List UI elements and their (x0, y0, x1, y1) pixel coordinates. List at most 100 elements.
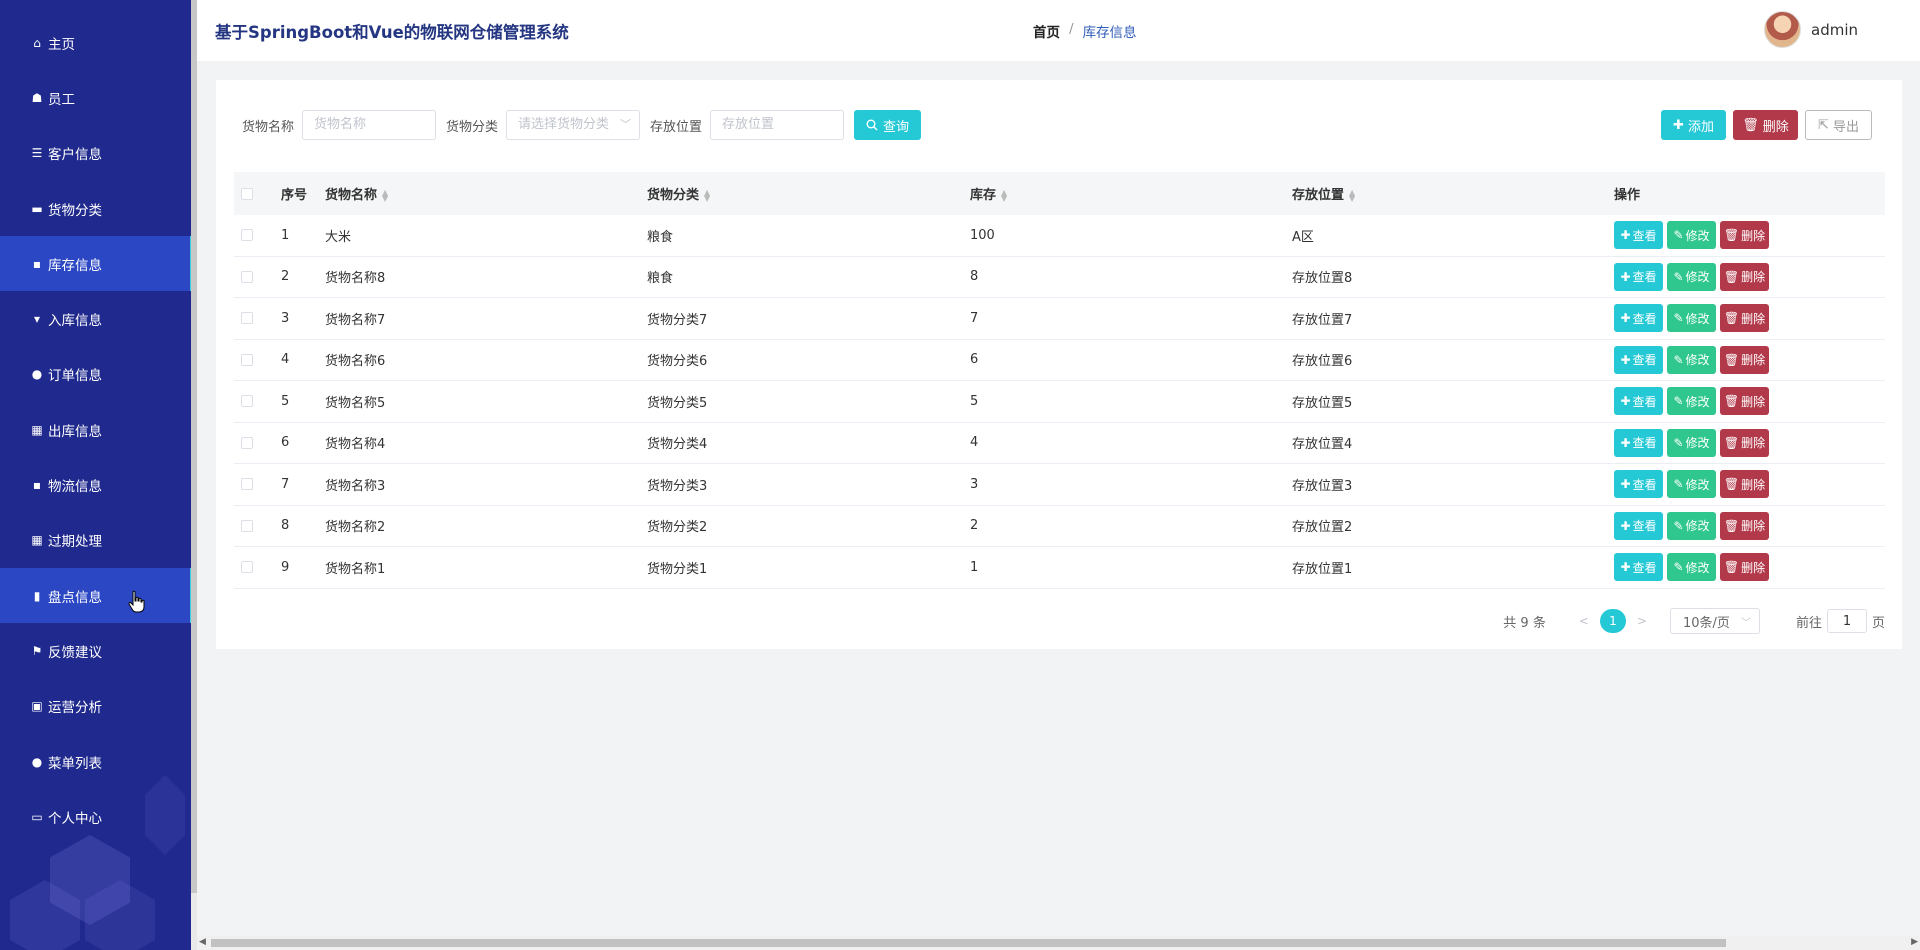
select-all-checkbox[interactable] (241, 187, 253, 200)
cell-name: 货物名称2 (325, 520, 386, 536)
row-checkbox-cell (234, 561, 281, 574)
delete-button[interactable]: 🗑 删除 (1720, 553, 1769, 582)
cell-ops: ✚ 查看 ✎ 修改 🗑 删除 (1614, 221, 1885, 250)
sidebar-item[interactable]: ⚑ 反馈建议 (0, 623, 197, 678)
edit-button[interactable]: ✎ 修改 (1667, 387, 1716, 416)
view-button[interactable]: ✚ 查看 (1614, 470, 1663, 499)
delete-button[interactable]: 🗑 删除 (1720, 511, 1769, 540)
header-location[interactable]: 存放位置 ▲ ▼ (1292, 184, 1614, 203)
delete-button[interactable]: 🗑 删除 (1720, 428, 1769, 457)
row-checkbox[interactable] (241, 270, 253, 283)
goto-page-input[interactable]: 1 (1826, 609, 1867, 633)
horizontal-scrollbar[interactable]: ◀ ▶ (197, 936, 1920, 950)
view-button[interactable]: ✚ 查看 (1614, 304, 1663, 333)
category-filter-select[interactable]: 请选择货物分类 ﹀ (506, 110, 641, 140)
cell-name: 货物名称8 (325, 271, 386, 287)
cell-location: 存放位置4 (1292, 437, 1353, 453)
trash-icon: 🗑 (1723, 269, 1740, 284)
edit-icon: ✎ (1673, 269, 1684, 284)
add-button[interactable]: ✚ 添加 (1661, 110, 1726, 140)
delete-button[interactable]: 🗑 删除 (1720, 470, 1769, 499)
breadcrumb-home[interactable]: 首页 (1033, 21, 1060, 41)
sidebar-item[interactable]: ▮ 盘点信息 (0, 567, 197, 624)
horizontal-scrollbar-thumb[interactable] (211, 939, 1726, 947)
view-button[interactable]: ✚ 查看 (1614, 345, 1663, 374)
sort-icon[interactable]: ▲ ▼ (382, 188, 388, 202)
sidebar-item[interactable]: ▾ 入库信息 (0, 291, 197, 346)
avatar[interactable] (1764, 11, 1801, 48)
breadcrumb: 首页 / 库存信息 (1033, 21, 1137, 41)
sidebar-item[interactable]: ▦ 出库信息 (0, 402, 197, 457)
query-button[interactable]: 查询 (854, 110, 922, 140)
view-button[interactable]: ✚ 查看 (1614, 221, 1663, 250)
home-icon: ⌂ (33, 35, 41, 50)
cell-stock: 4 (970, 435, 979, 451)
row-checkbox[interactable] (241, 395, 253, 408)
sidebar-scrollbar-thumb[interactable] (191, 0, 197, 893)
sidebar-item[interactable]: ⌂ 主页 (0, 15, 197, 70)
scroll-right-icon[interactable]: ▶ (1911, 937, 1918, 947)
name-filter-label: 货物名称 (242, 119, 295, 135)
view-button[interactable]: ✚ 查看 (1614, 428, 1663, 457)
header-stock[interactable]: 库存 ▲ ▼ (970, 184, 1292, 203)
sort-icon[interactable]: ▲ ▼ (704, 188, 710, 202)
scroll-left-icon[interactable]: ◀ (199, 937, 206, 947)
edit-button-label: 修改 (1685, 228, 1710, 243)
edit-button[interactable]: ✎ 修改 (1667, 304, 1716, 333)
view-button[interactable]: ✚ 查看 (1614, 511, 1663, 540)
edit-button[interactable]: ✎ 修改 (1667, 345, 1716, 374)
user-menu[interactable]: admin (1764, 11, 1858, 48)
delete-button[interactable]: 🗑 删除 (1720, 221, 1769, 250)
row-checkbox[interactable] (241, 436, 253, 449)
delete-button[interactable]: 🗑 删除 (1720, 304, 1769, 333)
delete-button[interactable]: 🗑 删除 (1720, 387, 1769, 416)
row-checkbox[interactable] (241, 353, 253, 366)
row-checkbox[interactable] (241, 519, 253, 532)
edit-button[interactable]: ✎ 修改 (1667, 428, 1716, 457)
prev-page-button[interactable]: < (1579, 614, 1589, 628)
view-button[interactable]: ✚ 查看 (1614, 262, 1663, 291)
header-name[interactable]: 货物名称 ▲ ▼ (325, 184, 647, 203)
sidebar-item[interactable]: ● 订单信息 (0, 347, 197, 402)
cell-category: 货物分类5 (647, 395, 708, 411)
sidebar-item[interactable]: ☗ 员工 (0, 70, 197, 125)
row-checkbox[interactable] (241, 561, 253, 574)
page-number-current[interactable]: 1 (1599, 609, 1626, 633)
sort-icon[interactable]: ▲ ▼ (1349, 188, 1355, 202)
sidebar-scrollbar[interactable] (191, 0, 197, 950)
sidebar-item[interactable]: ▬ 货物分类 (0, 181, 197, 236)
delete-button-label: 删除 (1741, 394, 1766, 409)
table-row: 2 货物名称8 粮食 8 存放位置8 ✚ 查看 ✎ 修改 🗑 删除 (234, 257, 1885, 298)
row-checkbox[interactable] (241, 229, 253, 242)
location-filter-input[interactable]: 存放位置 (710, 110, 845, 140)
edit-button[interactable]: ✎ 修改 (1667, 221, 1716, 250)
cell-category: 货物分类2 (647, 520, 708, 536)
cell-index: 8 (281, 518, 290, 534)
edit-button[interactable]: ✎ 修改 (1667, 470, 1716, 499)
sidebar-item[interactable]: ▪ 库存信息 (0, 236, 197, 292)
row-checkbox[interactable] (241, 478, 253, 491)
page-size-select[interactable]: 10条/页 ﹀ (1669, 608, 1760, 634)
sidebar-item[interactable]: ▭ 个人中心 (0, 789, 197, 844)
name-filter-input[interactable]: 货物名称 (302, 110, 437, 140)
delete-button[interactable]: 🗑 删除 (1720, 345, 1769, 374)
batch-delete-button[interactable]: 🗑 删除 (1733, 110, 1798, 140)
edit-button[interactable]: ✎ 修改 (1667, 553, 1716, 582)
delete-button[interactable]: 🗑 删除 (1720, 262, 1769, 291)
view-button[interactable]: ✚ 查看 (1614, 387, 1663, 416)
edit-button[interactable]: ✎ 修改 (1667, 511, 1716, 540)
sidebar-item[interactable]: ☰ 客户信息 (0, 126, 197, 181)
sidebar-item[interactable]: ▣ 运营分析 (0, 679, 197, 734)
sort-icon[interactable]: ▲ ▼ (1001, 188, 1007, 202)
export-button[interactable]: ⇱ 导出 (1805, 110, 1872, 140)
header-name-label: 货物名称 (325, 188, 378, 203)
username[interactable]: admin (1811, 21, 1858, 39)
sidebar-item[interactable]: ▪ 物流信息 (0, 457, 197, 512)
sidebar-item[interactable]: ● 菜单列表 (0, 734, 197, 789)
edit-button[interactable]: ✎ 修改 (1667, 262, 1716, 291)
sidebar-item[interactable]: ▦ 过期处理 (0, 513, 197, 568)
view-button[interactable]: ✚ 查看 (1614, 553, 1663, 582)
row-checkbox[interactable] (241, 312, 253, 325)
next-page-button[interactable]: > (1637, 614, 1647, 628)
header-category[interactable]: 货物分类 ▲ ▼ (647, 184, 970, 203)
